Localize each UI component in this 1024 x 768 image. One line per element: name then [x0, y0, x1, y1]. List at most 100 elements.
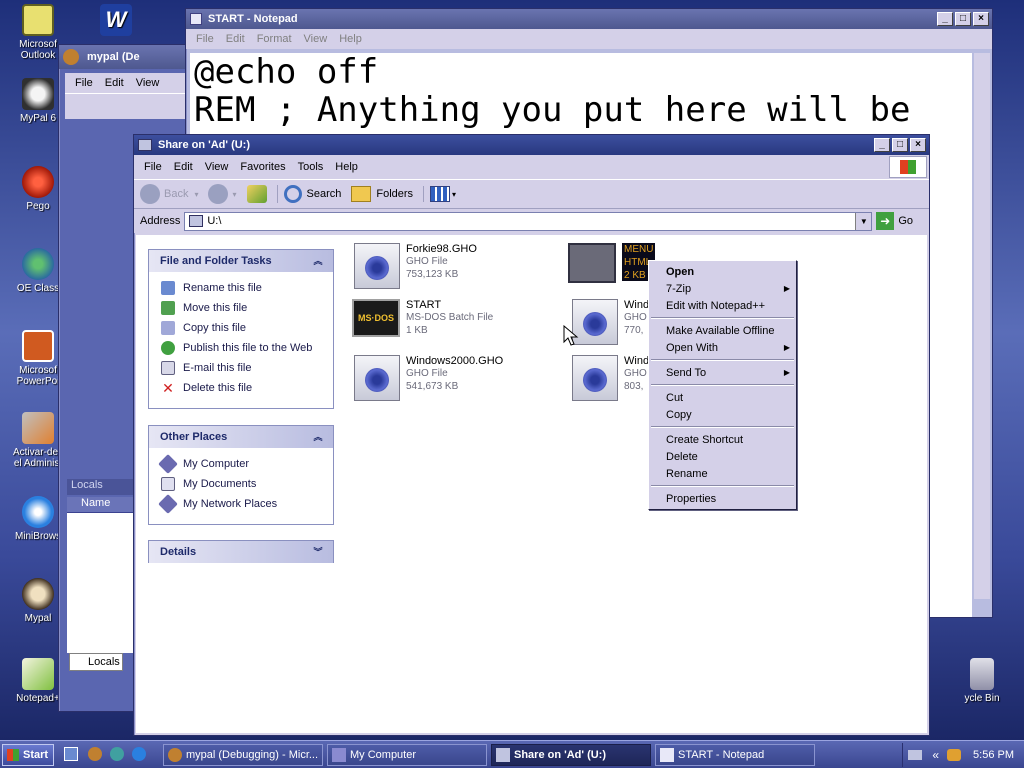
submenu-arrow-icon: ▶	[783, 284, 790, 293]
mypal-titlebar[interactable]: mypal (De	[59, 45, 197, 69]
ghost-image-icon	[354, 355, 400, 401]
context-menu-item-7-zip[interactable]: 7-Zip ▶	[649, 280, 796, 297]
task-label: START - Notepad	[678, 749, 765, 761]
explorer-titlebar[interactable]: Share on 'Ad' (U:) _ □ ×	[134, 135, 929, 155]
context-menu-item-create-shortcut[interactable]: Create Shortcut	[649, 431, 796, 448]
file-name: START	[406, 299, 442, 311]
collapse-chevron-icon[interactable]: ︽	[311, 254, 325, 268]
menu-edit[interactable]: Edit	[99, 77, 130, 89]
task-rename[interactable]: Rename this file	[161, 278, 333, 298]
taskbar-button-notepad[interactable]: START - Notepad	[655, 744, 815, 766]
clock[interactable]: 5:56 PM	[973, 749, 1014, 761]
back-button[interactable]: Back ▾	[140, 184, 198, 204]
task-email[interactable]: E-mail this file	[161, 358, 333, 378]
menu-help[interactable]: Help	[329, 161, 364, 173]
context-menu-label: Send To	[666, 366, 707, 379]
task-copy[interactable]: Copy this file	[161, 318, 333, 338]
vertical-scrollbar[interactable]	[974, 53, 990, 599]
menu-file[interactable]: File	[138, 161, 168, 173]
context-menu-item-delete[interactable]: Delete	[649, 448, 796, 465]
context-menu-item-send-to[interactable]: Send To ▶	[649, 364, 796, 381]
file-size: 1 KB	[406, 325, 428, 336]
notepad-titlebar[interactable]: START - Notepad _ □ ×	[186, 9, 992, 29]
task-label: Rename this file	[183, 282, 262, 294]
volume-icon[interactable]	[947, 749, 962, 761]
maximize-button[interactable]: □	[955, 12, 971, 26]
file-item[interactable]: Windo GHO 803,	[572, 355, 655, 401]
context-menu-label: Make Available Offline	[666, 324, 775, 337]
context-menu-item-rename[interactable]: Rename	[649, 465, 796, 482]
menu-edit[interactable]: Edit	[168, 161, 199, 173]
close-button[interactable]: ×	[973, 12, 989, 26]
expand-chevron-icon[interactable]: ︾	[311, 545, 325, 559]
menu-view[interactable]: View	[298, 33, 334, 45]
quicklaunch-browser-icon[interactable]	[132, 747, 146, 761]
task-move[interactable]: Move this file	[161, 298, 333, 318]
desktop-icon-word[interactable]: W	[78, 4, 154, 39]
search-button[interactable]: Search	[276, 185, 341, 203]
context-menu-item-open[interactable]: Open	[649, 263, 796, 280]
context-menu-item-copy[interactable]: Copy	[649, 406, 796, 423]
collapse-chevron-icon[interactable]: ︽	[311, 430, 325, 444]
place-my-computer[interactable]: My Computer	[158, 454, 333, 474]
menu-favorites[interactable]: Favorites	[234, 161, 291, 173]
desktop-icon-recycle-bin[interactable]: ycle Bin	[944, 658, 1020, 704]
place-network[interactable]: My Network Places	[158, 494, 333, 514]
task-publish[interactable]: Publish this file to the Web	[161, 338, 333, 358]
outlook-express-icon	[22, 248, 54, 280]
taskbar-button-explorer[interactable]: Share on 'Ad' (U:)	[491, 744, 651, 766]
menu-separator	[651, 359, 794, 361]
menu-file[interactable]: File	[69, 77, 99, 89]
context-menu-item-cut[interactable]: Cut	[649, 389, 796, 406]
maximize-button[interactable]: □	[892, 138, 908, 152]
minimize-button[interactable]: _	[937, 12, 953, 26]
task-delete[interactable]: ✕ Delete this file	[161, 378, 333, 398]
context-menu-item-properties[interactable]: Properties	[649, 490, 796, 507]
mypal-app-icon	[168, 748, 182, 762]
window-title: START - Notepad	[208, 13, 298, 25]
views-button[interactable]: ▾	[423, 186, 456, 202]
file-tasks-header[interactable]: File and Folder Tasks ︽	[149, 250, 333, 272]
forward-button[interactable]: ▾	[208, 184, 237, 204]
submenu-arrow-icon: ▶	[783, 343, 790, 352]
menu-view[interactable]: View	[130, 77, 166, 89]
menu-help[interactable]: Help	[333, 33, 368, 45]
menu-file[interactable]: File	[190, 33, 220, 45]
context-menu-item-open-with[interactable]: Open With ▶	[649, 339, 796, 356]
details-header[interactable]: Details ︾	[149, 541, 333, 563]
powerpoint-icon	[22, 330, 54, 362]
file-item[interactable]: Forkie98.GHO GHO File 753,123 KB	[354, 243, 477, 289]
menu-edit[interactable]: Edit	[220, 33, 251, 45]
other-places-header[interactable]: Other Places ︽	[149, 426, 333, 448]
computer-icon	[158, 454, 178, 474]
go-button[interactable]: ➜ Go	[876, 212, 913, 230]
up-folder-button[interactable]	[246, 185, 267, 203]
close-button[interactable]: ×	[910, 138, 926, 152]
taskbar-button-mypal[interactable]: mypal (Debugging) - Micr...	[163, 744, 323, 766]
mypal-locals-tab[interactable]: Locals	[69, 653, 123, 671]
file-item[interactable]: MS·DOS START MS-DOS Batch File 1 KB	[352, 299, 493, 337]
file-item[interactable]: Windows2000.GHO GHO File 541,673 KB	[354, 355, 503, 401]
folders-button[interactable]: Folders	[351, 186, 413, 202]
taskbar-button-my-computer[interactable]: My Computer	[327, 744, 487, 766]
quicklaunch-desktop-icon[interactable]	[64, 747, 78, 761]
quicklaunch-oe-icon[interactable]	[110, 747, 124, 761]
minimize-button[interactable]: _	[874, 138, 890, 152]
tray-expand-icon[interactable]: «	[932, 748, 939, 762]
keyboard-icon[interactable]	[908, 750, 923, 760]
quicklaunch-mypal-icon[interactable]	[88, 747, 102, 761]
file-item-selected[interactable]: MENU HTML 2 KB	[568, 243, 656, 283]
menu-tools[interactable]: Tools	[292, 161, 330, 173]
explorer-content: File and Folder Tasks ︽ Rename this file…	[136, 235, 927, 733]
address-input[interactable]: U:\ ▼	[184, 211, 873, 231]
menu-format[interactable]: Format	[251, 33, 298, 45]
menu-view[interactable]: View	[199, 161, 235, 173]
address-dropdown-button[interactable]: ▼	[855, 212, 872, 230]
file-item[interactable]: Windo GHO 770,	[572, 299, 655, 345]
place-my-documents[interactable]: My Documents	[161, 474, 333, 494]
explorer-window[interactable]: Share on 'Ad' (U:) _ □ × File Edit View …	[133, 134, 930, 736]
context-menu-item-edit-with-notepad[interactable]: Edit with Notepad++	[649, 297, 796, 314]
network-drive-icon	[496, 748, 510, 762]
context-menu-item-make-available-offline[interactable]: Make Available Offline	[649, 322, 796, 339]
start-button[interactable]: Start	[2, 743, 54, 766]
